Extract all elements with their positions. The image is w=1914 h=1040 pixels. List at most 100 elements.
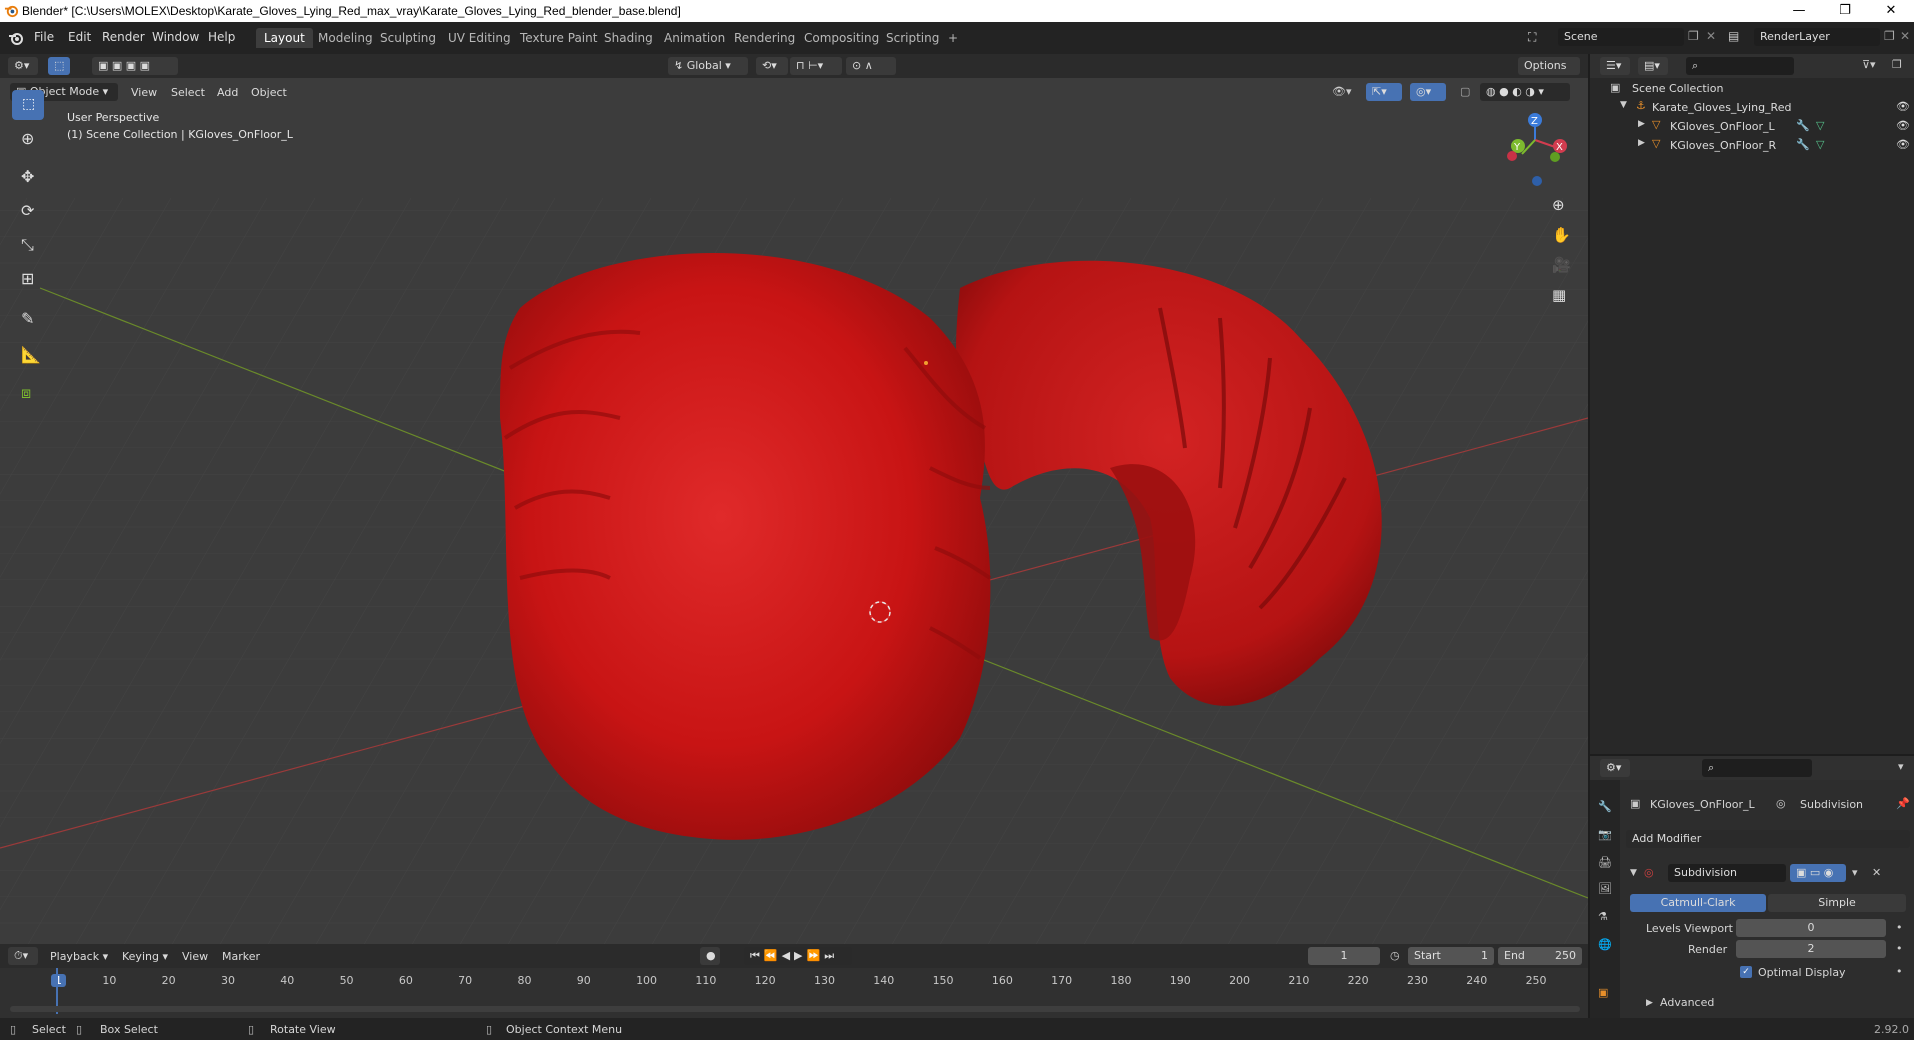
optimal-display-checkbox[interactable]: ✓ bbox=[1740, 966, 1752, 978]
timeline-scrubber[interactable]: 1 10 20 30 40 50 60 70 80 90 100 110 120 130 140 150 160… bbox=[0, 968, 1588, 1018]
timeline-editor-type-icon[interactable]: ⏱▾ bbox=[8, 947, 38, 965]
expand-down-icon[interactable]: ▼ bbox=[1620, 100, 1627, 110]
close-window-button[interactable]: ✕ bbox=[1868, 0, 1914, 22]
tab-uv-editing[interactable]: UV Editing bbox=[440, 28, 519, 48]
end-frame-field[interactable]: End 250 bbox=[1498, 947, 1582, 965]
delete-layer-icon[interactable]: ✕ bbox=[1900, 29, 1910, 43]
vp-menu-add[interactable]: Add bbox=[217, 86, 238, 99]
render-levels-field[interactable]: 2 bbox=[1736, 940, 1886, 958]
ortho-grid-icon[interactable]: ▦ bbox=[1552, 286, 1566, 304]
measure-tool[interactable]: 📐 bbox=[12, 340, 44, 370]
minimize-button[interactable]: — bbox=[1776, 0, 1822, 22]
menu-edit[interactable]: Edit bbox=[68, 30, 91, 44]
overlay-toggle-icon[interactable]: ◎▾ bbox=[1410, 83, 1446, 101]
blender-menu-icon[interactable] bbox=[8, 30, 24, 46]
catmull-clark-button[interactable]: Catmull-Clark bbox=[1630, 894, 1766, 912]
tab-texture-paint[interactable]: Texture Paint bbox=[512, 28, 605, 48]
outliner-search-input[interactable]: ⌕ bbox=[1686, 57, 1794, 75]
pin-icon[interactable]: 📌 bbox=[1896, 797, 1910, 810]
delete-scene-icon[interactable]: ✕ bbox=[1706, 29, 1716, 43]
outliner-row-collection[interactable]: ▼ ⚓ Karate_Gloves_Lying_Red 👁 bbox=[1590, 97, 1914, 117]
scene-field[interactable]: Scene bbox=[1558, 28, 1684, 46]
gizmo-toggle-icon[interactable]: ⇱▾ bbox=[1366, 83, 1402, 101]
eye-icon[interactable]: 👁 bbox=[1896, 119, 1910, 132]
remove-modifier-icon[interactable]: ✕ bbox=[1872, 866, 1881, 879]
xray-icon[interactable]: ▢ bbox=[1460, 85, 1470, 98]
expand-right-icon[interactable]: ▶ bbox=[1638, 119, 1645, 129]
tab-animation[interactable]: Animation bbox=[656, 28, 733, 48]
clock-icon[interactable]: ◷ bbox=[1390, 949, 1400, 962]
timeline-menu-keying[interactable]: Keying ▾ bbox=[122, 950, 168, 963]
vp-menu-view[interactable]: View bbox=[131, 86, 157, 99]
start-frame-field[interactable]: Start 1 bbox=[1408, 947, 1494, 965]
render-layer-field[interactable]: RenderLayer bbox=[1754, 28, 1880, 46]
expand-right-icon[interactable]: ▶ bbox=[1638, 138, 1645, 148]
timeline-menu-view[interactable]: View bbox=[182, 950, 208, 963]
eye-icon[interactable]: 👁 bbox=[1896, 138, 1910, 151]
output-tab-icon[interactable]: 🖨 bbox=[1598, 856, 1612, 869]
pan-hand-icon[interactable]: ✋ bbox=[1552, 226, 1571, 244]
modifier-menu-icon[interactable]: ▾ bbox=[1852, 866, 1858, 879]
add-modifier-dropdown[interactable]: Add Modifier bbox=[1626, 830, 1910, 848]
expand-advanced-icon[interactable]: ▶ bbox=[1646, 998, 1653, 1008]
tab-shading[interactable]: Shading bbox=[596, 28, 661, 48]
select-mode-icon[interactable]: ⬚ bbox=[48, 57, 70, 75]
vp-menu-object[interactable]: Object bbox=[251, 86, 287, 99]
outliner-row-scene-collection[interactable]: ▣ Scene Collection bbox=[1590, 78, 1914, 98]
scale-tool[interactable]: ⤡ bbox=[12, 230, 44, 260]
tab-scripting[interactable]: Scripting bbox=[878, 28, 947, 48]
select-box-tool[interactable]: ⬚ bbox=[12, 90, 44, 120]
properties-editor-type-icon[interactable]: ⚙▾ bbox=[1600, 759, 1630, 777]
object-tab-icon[interactable]: ▣ bbox=[1598, 986, 1608, 999]
keyframe-dot-icon[interactable]: • bbox=[1896, 942, 1903, 955]
tab-rendering[interactable]: Rendering bbox=[726, 28, 803, 48]
left-glove-mesh[interactable] bbox=[500, 253, 991, 840]
add-cube-tool[interactable]: ⧈ bbox=[12, 378, 44, 408]
simple-button[interactable]: Simple bbox=[1768, 894, 1906, 912]
zoom-icon[interactable]: ⊕ bbox=[1552, 196, 1565, 214]
menu-file[interactable]: File bbox=[34, 30, 54, 44]
chevron-down-icon[interactable]: ▾ bbox=[1898, 760, 1904, 773]
outliner-editor-type-icon[interactable]: ☰▾ bbox=[1600, 57, 1630, 75]
pivot-point-icon[interactable]: ⟲▾ bbox=[756, 57, 788, 75]
add-workspace-button[interactable]: + bbox=[940, 28, 966, 48]
display-mode-icon[interactable]: ▤▾ bbox=[1638, 57, 1668, 75]
advanced-section-label[interactable]: Advanced bbox=[1660, 996, 1714, 1009]
annotate-tool[interactable]: ✎ bbox=[12, 304, 44, 334]
menu-render[interactable]: Render bbox=[102, 30, 145, 44]
levels-viewport-field[interactable]: 0 bbox=[1736, 919, 1886, 937]
3d-viewport[interactable]: Z X Y ▣ Object Mode ▾ View Select Add Ob… bbox=[0, 78, 1588, 944]
tab-compositing[interactable]: Compositing bbox=[796, 28, 887, 48]
modifier-name-field[interactable]: Subdivision bbox=[1668, 864, 1786, 882]
new-layer-icon[interactable]: ❐ bbox=[1884, 29, 1895, 43]
menu-window[interactable]: Window bbox=[152, 30, 199, 44]
keyframe-dot-icon[interactable]: • bbox=[1896, 921, 1903, 934]
view-layer-tab-icon[interactable]: 🖼 bbox=[1598, 882, 1612, 895]
scene-tab-icon[interactable]: ⚗ bbox=[1598, 910, 1608, 923]
cursor-tool[interactable]: ⊕ bbox=[12, 124, 44, 154]
tab-modeling[interactable]: Modeling bbox=[310, 28, 381, 48]
maximize-button[interactable]: ❐ bbox=[1822, 0, 1868, 22]
outliner-row-object-r[interactable]: ▶ ▽ KGloves_OnFloor_R 🔧 ▽ 👁 bbox=[1590, 135, 1914, 155]
selection-modes-icon[interactable]: ▣ ▣ ▣ ▣ bbox=[92, 57, 178, 75]
editor-type-button[interactable]: ⚙▾ bbox=[8, 57, 38, 75]
vp-menu-select[interactable]: Select bbox=[171, 86, 205, 99]
filter-icon[interactable]: ⊽▾ bbox=[1862, 58, 1876, 71]
world-tab-icon[interactable]: 🌐 bbox=[1598, 938, 1612, 951]
move-tool[interactable]: ✥ bbox=[12, 162, 44, 192]
timeline-menu-playback[interactable]: Playback ▾ bbox=[50, 950, 108, 963]
collapse-modifier-icon[interactable]: ▼ bbox=[1630, 868, 1637, 878]
timeline-scrollbar[interactable] bbox=[10, 1006, 1580, 1012]
tab-layout[interactable]: Layout bbox=[256, 28, 313, 48]
snap-icon[interactable]: ⊓ ⊢▾ bbox=[790, 57, 842, 75]
playback-controls[interactable]: ⏮⏪◀▶⏩⏭ bbox=[744, 947, 852, 965]
outliner-row-object-l[interactable]: ▶ ▽ KGloves_OnFloor_L 🔧 ▽ 👁 bbox=[1590, 116, 1914, 136]
new-collection-icon[interactable]: ❐ bbox=[1892, 58, 1902, 71]
new-scene-icon[interactable]: ❐ bbox=[1688, 29, 1699, 43]
current-frame-field[interactable]: 1 bbox=[1308, 947, 1380, 965]
shading-modes-icon[interactable]: ◍ ● ◐ ◑ ▾ bbox=[1480, 83, 1570, 101]
keyframe-dot-icon[interactable]: • bbox=[1896, 965, 1903, 978]
properties-search-input[interactable]: ⌕ bbox=[1702, 759, 1812, 777]
rotate-tool[interactable]: ⟳ bbox=[12, 196, 44, 226]
record-icon[interactable]: ● bbox=[700, 947, 720, 965]
